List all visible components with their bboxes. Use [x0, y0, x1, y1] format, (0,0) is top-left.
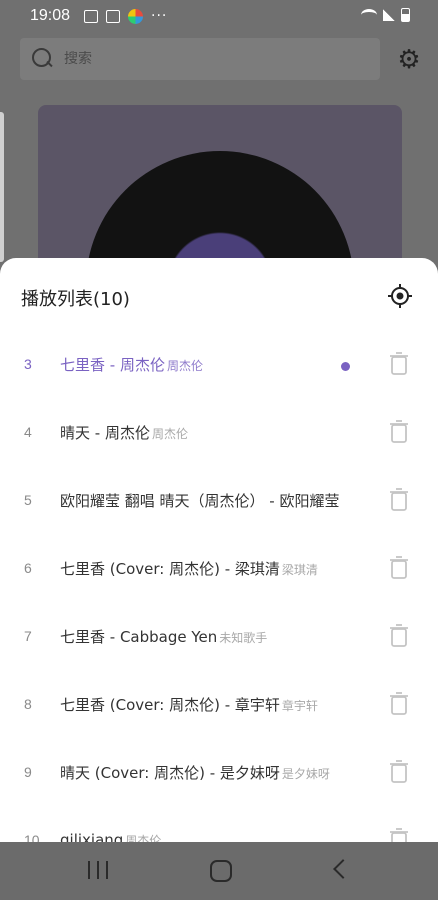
app-notification-icon [128, 8, 143, 24]
delete-icon[interactable] [389, 692, 409, 716]
cloud-icon [106, 9, 120, 23]
system-nav-bar [0, 842, 438, 900]
playlist-row[interactable]: 3 七里香 - 周杰伦 周杰伦 [0, 332, 438, 400]
side-drawer-handle[interactable] [0, 112, 4, 262]
battery-icon [401, 8, 410, 22]
track-number: 5 [24, 492, 32, 508]
track-artist: 是夕妹呀 [281, 767, 330, 781]
gallery-icon [84, 9, 98, 23]
playlist-header: 播放列表(10) [0, 258, 438, 332]
delete-icon[interactable] [389, 420, 409, 444]
playlist-list: 3 七里香 - 周杰伦 周杰伦 4 晴天 - 周杰伦 周杰伦 5 欧阳耀莹 翻唱 晴天（周杰伦… [0, 332, 438, 842]
track-number: 7 [24, 628, 32, 644]
playlist-row[interactable]: 10 qilixiang 周杰伦 [0, 808, 438, 842]
track-artist: 章宇轩 [281, 699, 318, 713]
home-icon[interactable] [210, 860, 232, 882]
track-number: 8 [24, 696, 32, 712]
playlist-row[interactable]: 5 欧阳耀莹 翻唱 晴天（周杰伦） - 欧阳耀莹 [0, 468, 438, 536]
track-number: 6 [24, 560, 32, 576]
track-title: 欧阳耀莹 翻唱 晴天（周杰伦） - 欧阳耀莹 [60, 492, 340, 510]
search-icon [32, 48, 54, 70]
delete-icon[interactable] [389, 624, 409, 648]
track-title: 七里香 - Cabbage Yen [60, 628, 218, 646]
track-artist: 未知歌手 [219, 631, 268, 645]
delete-icon[interactable] [389, 556, 409, 580]
delete-icon[interactable] [389, 352, 409, 376]
signal-icon [383, 9, 395, 21]
playlist-row[interactable]: 8 七里香 (Cover: 周杰伦) - 章宇轩 章宇轩 [0, 672, 438, 740]
wifi-icon [361, 9, 377, 21]
track-artist: 周杰伦 [125, 834, 162, 842]
track-number: 9 [24, 764, 32, 780]
track-number: 10 [24, 832, 40, 842]
track-artist: 周杰伦 [166, 359, 203, 373]
track-artist: 梁琪清 [281, 563, 318, 577]
delete-icon[interactable] [389, 488, 409, 512]
playlist-row[interactable]: 9 晴天 (Cover: 周杰伦) - 是夕妹呀 是夕妹呀 [0, 740, 438, 808]
search-bar[interactable] [20, 38, 380, 80]
status-bar: 19:08 ··· [0, 0, 438, 34]
playlist-title: 播放列表(10) [21, 289, 130, 310]
track-number: 3 [24, 356, 32, 372]
track-title: 晴天 - 周杰伦 [60, 424, 150, 442]
track-number: 4 [24, 424, 32, 440]
delete-icon[interactable] [389, 828, 409, 842]
track-artist: 周杰伦 [151, 427, 188, 441]
now-playing-indicator [341, 362, 350, 371]
playlist-row[interactable]: 6 七里香 (Cover: 周杰伦) - 梁琪清 梁琪清 [0, 536, 438, 604]
track-title: 七里香 - 周杰伦 [60, 356, 165, 374]
track-title: 晴天 (Cover: 周杰伦) - 是夕妹呀 [60, 764, 280, 782]
playlist-row[interactable]: 4 晴天 - 周杰伦 周杰伦 [0, 400, 438, 468]
search-input[interactable] [64, 51, 344, 67]
status-time: 19:08 [30, 7, 71, 24]
recent-apps-icon[interactable] [88, 861, 108, 879]
gear-icon[interactable]: ⚙ [396, 47, 422, 73]
more-notifications-icon: ··· [151, 8, 168, 24]
locate-current-icon[interactable] [386, 282, 414, 310]
track-title: 七里香 (Cover: 周杰伦) - 章宇轩 [60, 696, 280, 714]
playlist-row[interactable]: 7 七里香 - Cabbage Yen 未知歌手 [0, 604, 438, 672]
playlist-sheet: 播放列表(10) 3 七里香 - 周杰伦 周杰伦 4 晴天 - 周杰伦 周杰伦 5 欧阳耀莹 … [0, 258, 438, 842]
track-title: 七里香 (Cover: 周杰伦) - 梁琪清 [60, 560, 280, 578]
delete-icon[interactable] [389, 760, 409, 784]
back-icon[interactable] [333, 859, 353, 879]
track-title: qilixiang [60, 831, 124, 842]
